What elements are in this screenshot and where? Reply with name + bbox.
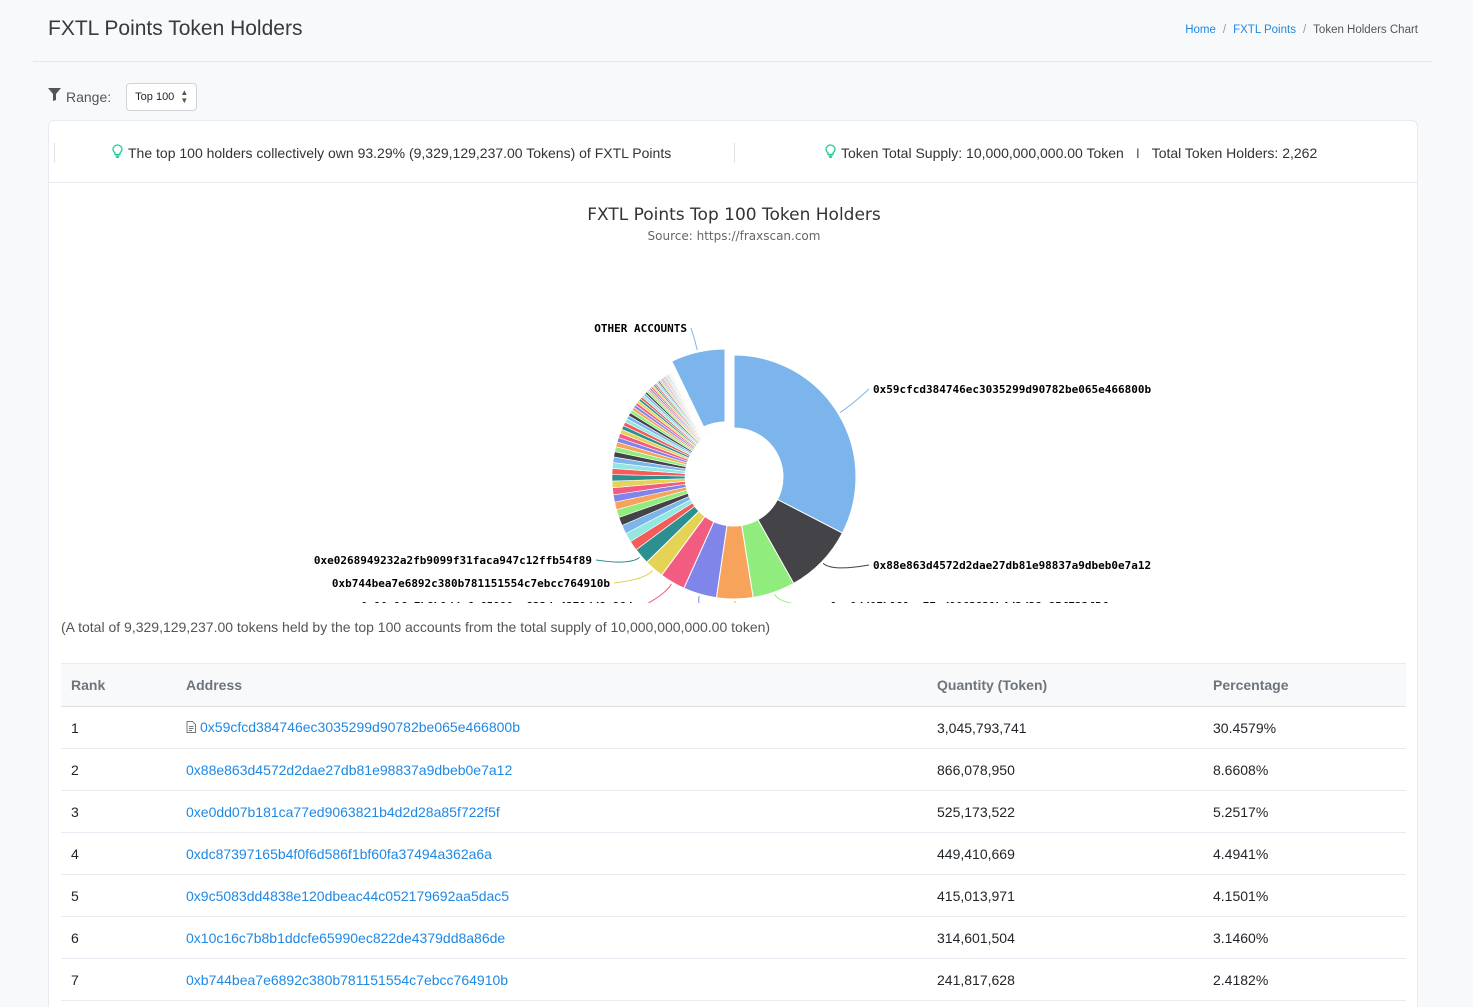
- holders-card: The top 100 holders collectively own 93.…: [48, 120, 1418, 1007]
- slice-connector: [734, 600, 736, 603]
- page-header: FXTL Points Token Holders Home / FXTL Poin…: [0, 0, 1473, 62]
- address-link[interactable]: 0xdc87397165b4f0f6d586f1bf60fa37494a362a…: [186, 846, 492, 862]
- slice-label: 0x88e863d4572d2dae27db81e98837a9dbeb0e7a…: [873, 559, 1151, 572]
- stats-bar: The top 100 holders collectively own 93.…: [49, 121, 1417, 183]
- cell-address: 0xb744bea7e6892c380b781151554c7ebcc76491…: [176, 958, 927, 1001]
- pie-chart-svg: FXTL Points Top 100 Token Holders Source…: [314, 205, 1152, 603]
- address-link[interactable]: 0x9c5083dd4838e120dbeac44c052179692aa5da…: [186, 888, 509, 904]
- select-caret-icon: ▲ ▼: [180, 88, 189, 105]
- slice-connector: [690, 327, 698, 351]
- lightbulb-icon: [112, 144, 123, 161]
- table-header-row: Rank Address Quantity (Token) Percentage: [61, 663, 1406, 707]
- stats-divider: [54, 143, 55, 163]
- cell-quantity: 449,410,669: [927, 832, 1203, 875]
- cell-rank: 2: [61, 748, 176, 791]
- stats-divider: [734, 143, 735, 163]
- slice-connector: [595, 557, 640, 563]
- breadcrumb-current: Token Holders Chart: [1313, 24, 1418, 36]
- cell-rank: 7: [61, 958, 176, 1001]
- table-row: 3 0xe0dd07b181ca77ed9063821b4d2d28a85f722…: [61, 790, 1406, 833]
- stat-separator: I: [1135, 144, 1140, 161]
- cell-rank: 4: [61, 832, 176, 875]
- slice-connector: [647, 583, 672, 603]
- table-row: 5 0x9c5083dd4838e120dbeac44c052179692aa5d…: [61, 874, 1406, 917]
- breadcrumb-home-link[interactable]: Home: [1185, 24, 1216, 36]
- header-divider: [33, 61, 1433, 62]
- cell-address: 0xe0dd07b181ca77ed9063821b4d2d28a85f722f…: [176, 790, 927, 833]
- cell-quantity: 866,078,950: [927, 748, 1203, 791]
- range-select-value: Top 100: [135, 91, 175, 103]
- stat-collective-text: The top 100 holders collectively own 93.…: [128, 144, 672, 161]
- stat-supply-text: Token Total Supply: 10,000,000,000.00 To…: [841, 144, 1124, 161]
- cell-quantity: 525,173,522: [927, 790, 1203, 833]
- slice-label: 0xe0dd07b181ca77ed9063821b4d2d28a85f722f…: [830, 600, 1108, 603]
- range-select[interactable]: Top 100 ▲ ▼: [126, 83, 198, 111]
- slice-connector: [839, 388, 870, 413]
- chart-title: FXTL Points Top 100 Token Holders: [587, 205, 881, 225]
- table-row: 6 0x10c16c7b8b1ddcfe65990ec822de4379dd8a8…: [61, 916, 1406, 959]
- cell-address: 0x59cfcd384746ec3035299d90782be065e46680…: [176, 706, 927, 749]
- cell-percentage: 4.4941%: [1203, 832, 1406, 875]
- cell-quantity: 415,013,971: [927, 874, 1203, 917]
- stat-collective: The top 100 holders collectively own 93.…: [112, 144, 671, 161]
- slice-label: 0xb744bea7e6892c380b781151554c7ebcc76491…: [332, 577, 611, 590]
- contract-icon: [186, 720, 196, 736]
- cell-rank: 5: [61, 874, 176, 917]
- breadcrumb-token-link[interactable]: FXTL Points: [1233, 24, 1296, 36]
- cell-percentage: 2.4182%: [1203, 958, 1406, 1001]
- breadcrumb-separator: /: [1222, 24, 1227, 36]
- table-row: 4 0xdc87397165b4f0f6d586f1bf60fa37494a362…: [61, 832, 1406, 875]
- col-quantity: Quantity (Token): [927, 663, 1203, 707]
- cell-rank: 6: [61, 916, 176, 959]
- address-link[interactable]: 0xb744bea7e6892c380b781151554c7ebcc76491…: [186, 972, 508, 988]
- cell-percentage: 3.1460%: [1203, 916, 1406, 959]
- slice-connector: [774, 593, 794, 603]
- col-percentage: Percentage: [1203, 663, 1406, 707]
- table-row: 7 0xb744bea7e6892c380b781151554c7ebcc7649…: [61, 958, 1406, 1001]
- table-row: 2 0x88e863d4572d2dae27db81e98837a9dbeb0e7…: [61, 748, 1406, 791]
- cell-address: 0xdc87397165b4f0f6d586f1bf60fa37494a362a…: [176, 832, 927, 875]
- cell-percentage: 8.6608%: [1203, 748, 1406, 791]
- slice-connector: [613, 570, 653, 584]
- slice-label: 0x10c16c7b8b1ddcfe65990ec822de4379dd8a86…: [361, 600, 640, 603]
- stat-supply: Token Total Supply: 10,000,000,000.00 To…: [825, 144, 1317, 161]
- col-rank: Rank: [61, 663, 176, 707]
- slice-label: 0x59cfcd384746ec3035299d90782be065e46680…: [873, 383, 1152, 396]
- total-summary: (A total of 9,329,129,237.00 tokens held…: [61, 619, 771, 635]
- filter-icon: [48, 88, 61, 106]
- range-label: Range:: [66, 89, 112, 105]
- cell-percentage: 30.4579%: [1203, 706, 1406, 749]
- chart-subtitle: Source: https://fraxscan.com: [648, 229, 821, 243]
- cell-address: 0x10c16c7b8b1ddcfe65990ec822de4379dd8a86…: [176, 916, 927, 959]
- slice-connector: [822, 562, 870, 569]
- address-link[interactable]: 0x88e863d4572d2dae27db81e98837a9dbeb0e7a…: [186, 762, 512, 778]
- breadcrumb-separator: /: [1302, 24, 1307, 36]
- page-title: FXTL Points Token Holders: [48, 17, 303, 40]
- slice-label: 0xe0268949232a2fb9099f31faca947c12ffb54f…: [314, 554, 592, 567]
- range-filter: Range: Top 100 ▲ ▼: [48, 83, 198, 111]
- cell-address: 0x9c5083dd4838e120dbeac44c052179692aa5da…: [176, 874, 927, 917]
- stat-holders-text: Total Token Holders: 2,262: [1151, 144, 1318, 161]
- cell-rank: 3: [61, 790, 176, 833]
- cell-quantity: 241,817,628: [927, 958, 1203, 1001]
- cell-quantity: 3,045,793,741: [927, 706, 1203, 749]
- breadcrumb: Home / FXTL Points / Token Holders Chart: [1185, 24, 1418, 36]
- holders-chart: FXTL Points Top 100 Token Holders Source…: [49, 183, 1419, 603]
- col-address: Address: [176, 663, 927, 707]
- cell-quantity: 314,601,504: [927, 916, 1203, 959]
- cell-address: 0x88e863d4572d2dae27db81e98837a9dbeb0e7a…: [176, 748, 927, 791]
- cell-rank: 1: [61, 706, 176, 749]
- table-row: 1 0x59cfcd384746ec3035299d90782be065e4668…: [61, 706, 1406, 749]
- holders-table: Rank Address Quantity (Token) Percentage…: [61, 663, 1406, 1001]
- address-link[interactable]: 0x10c16c7b8b1ddcfe65990ec822de4379dd8a86…: [186, 930, 505, 946]
- address-link[interactable]: 0xe0dd07b181ca77ed9063821b4d2d28a85f722f…: [186, 804, 500, 820]
- pie-slice[interactable]: [733, 354, 857, 534]
- cell-percentage: 4.1501%: [1203, 874, 1406, 917]
- lightbulb-icon: [825, 144, 836, 161]
- slice-label-other: OTHER ACCOUNTS: [594, 322, 687, 335]
- address-link[interactable]: 0x59cfcd384746ec3035299d90782be065e46680…: [200, 719, 520, 735]
- cell-percentage: 5.2517%: [1203, 790, 1406, 833]
